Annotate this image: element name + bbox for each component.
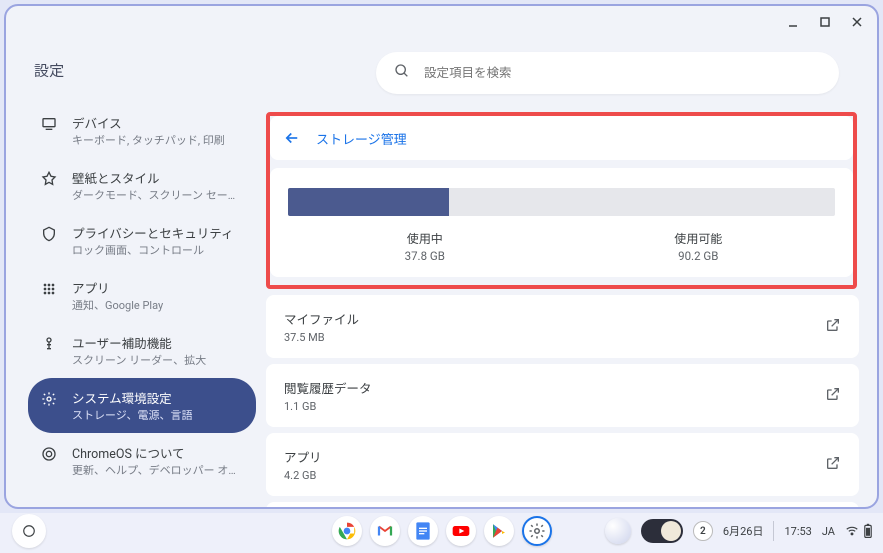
storage-row[interactable]: アプリ 4.2 GB bbox=[266, 433, 859, 496]
storage-bar-used bbox=[288, 188, 449, 216]
settings-window: 設定 デバイスキーボード, タッチパッド, 印刷壁紙とスタイルダークモード、スク… bbox=[4, 4, 879, 509]
accessibility-icon bbox=[40, 335, 58, 353]
storage-used-col: 使用中 37.8 GB bbox=[288, 230, 562, 263]
shelf-status[interactable]: 2 6月26日 17:53 JA bbox=[605, 518, 873, 544]
open-external-icon[interactable] bbox=[825, 455, 841, 475]
storage-row-title: アプリ bbox=[284, 447, 322, 466]
sidebar-title: 設定 bbox=[28, 48, 256, 103]
sidebar-item-label: ユーザー補助機能 bbox=[72, 333, 206, 352]
sidebar-item-label: 壁紙とスタイル bbox=[72, 168, 235, 187]
docs-icon[interactable] bbox=[408, 516, 438, 546]
sidebar-item-label: システム環境設定 bbox=[72, 388, 192, 407]
sidebar-item-sublabel: 更新、ヘルプ、デベロッパー オ… bbox=[72, 462, 236, 478]
laptop-icon bbox=[40, 115, 58, 133]
settings-main: ストレージ管理 使用中 37.8 GB bbox=[266, 38, 877, 507]
quick-toggle[interactable] bbox=[641, 519, 683, 543]
settings-app-icon[interactable] bbox=[522, 516, 552, 546]
chrome-icon[interactable] bbox=[332, 516, 362, 546]
sidebar-item[interactable]: システム環境設定ストレージ、電源、言語 bbox=[28, 378, 256, 433]
notification-badge[interactable]: 2 bbox=[693, 521, 713, 541]
sidebar-item-sublabel: ダークモード、スクリーン セー… bbox=[72, 187, 235, 203]
storage-row[interactable]: マイファイル 37.5 MB bbox=[266, 295, 859, 358]
back-button[interactable] bbox=[282, 128, 302, 148]
sidebar-item-label: ChromeOS について bbox=[72, 443, 236, 462]
shelf-ime: JA bbox=[822, 525, 835, 538]
shield-icon bbox=[40, 225, 58, 243]
settings-sidebar: 設定 デバイスキーボード, タッチパッド, 印刷壁紙とスタイルダークモード、スク… bbox=[6, 38, 266, 507]
search-icon bbox=[394, 63, 410, 83]
search-bar[interactable] bbox=[376, 52, 839, 94]
chrome-logo-icon bbox=[40, 445, 58, 463]
highlight-annotation: ストレージ管理 使用中 37.8 GB bbox=[266, 112, 857, 289]
sidebar-item[interactable]: アプリ通知、Google Play bbox=[28, 268, 256, 323]
sidebar-item[interactable]: ユーザー補助機能スクリーン リーダー、拡大 bbox=[28, 323, 256, 378]
sidebar-item-sublabel: ロック画面、コントロール bbox=[72, 242, 234, 258]
wifi-icon bbox=[845, 524, 859, 538]
storage-row-title: マイファイル bbox=[284, 309, 359, 328]
shelf-separator bbox=[773, 521, 774, 541]
sidebar-item-sublabel: キーボード, タッチパッド, 印刷 bbox=[72, 132, 225, 148]
search-input[interactable] bbox=[424, 66, 821, 81]
maximize-button[interactable] bbox=[813, 10, 837, 34]
storage-row-title: 閲覧履歴データ bbox=[284, 378, 372, 397]
open-external-icon[interactable] bbox=[825, 317, 841, 337]
page-title: ストレージ管理 bbox=[316, 129, 407, 148]
sidebar-item[interactable]: プライバシーとセキュリティロック画面、コントロール bbox=[28, 213, 256, 268]
storage-row-size: 37.5 MB bbox=[284, 331, 359, 344]
storage-free-col: 使用可能 90.2 GB bbox=[562, 230, 836, 263]
sidebar-item-label: デバイス bbox=[72, 113, 225, 132]
storage-summary-panel: 使用中 37.8 GB 使用可能 90.2 GB bbox=[270, 168, 853, 277]
gear-icon bbox=[40, 390, 58, 408]
sidebar-item-sublabel: ストレージ、電源、言語 bbox=[72, 407, 192, 423]
storage-row-size: 1.1 GB bbox=[284, 400, 372, 413]
sidebar-item-sublabel: 通知、Google Play bbox=[72, 297, 163, 313]
gmail-icon[interactable] bbox=[370, 516, 400, 546]
shelf-time: 17:53 bbox=[784, 525, 811, 538]
shelf-apps bbox=[332, 516, 552, 546]
storage-used-label: 使用中 bbox=[288, 230, 562, 247]
sidebar-item[interactable]: 壁紙とスタイルダークモード、スクリーン セー… bbox=[28, 158, 256, 213]
storage-free-label: 使用可能 bbox=[562, 230, 836, 247]
holo-launcher-icon[interactable] bbox=[605, 518, 631, 544]
storage-used-value: 37.8 GB bbox=[288, 249, 562, 263]
sparkle-icon bbox=[40, 170, 58, 188]
storage-row[interactable]: 閲覧履歴データ 1.1 GB bbox=[266, 364, 859, 427]
sidebar-item[interactable]: デバイスキーボード, タッチパッド, 印刷 bbox=[28, 103, 256, 158]
storage-bar bbox=[288, 188, 835, 216]
storage-page-header: ストレージ管理 bbox=[270, 116, 853, 160]
open-external-icon[interactable] bbox=[825, 386, 841, 406]
shelf: 2 6月26日 17:53 JA bbox=[0, 513, 883, 553]
storage-row-size: 4.2 GB bbox=[284, 469, 322, 482]
storage-free-value: 90.2 GB bbox=[562, 249, 836, 263]
storage-row[interactable]: オフライン ファイル13.8 MB bbox=[266, 502, 859, 507]
sidebar-item-sublabel: スクリーン リーダー、拡大 bbox=[72, 352, 206, 368]
sidebar-item-label: アプリ bbox=[72, 278, 163, 297]
apps-grid-icon bbox=[40, 280, 58, 298]
play-store-icon[interactable] bbox=[484, 516, 514, 546]
shelf-date: 6月26日 bbox=[723, 523, 764, 539]
close-button[interactable] bbox=[845, 10, 869, 34]
battery-icon bbox=[863, 523, 873, 539]
window-titlebar bbox=[6, 6, 877, 38]
youtube-icon[interactable] bbox=[446, 516, 476, 546]
minimize-button[interactable] bbox=[781, 10, 805, 34]
sidebar-item[interactable]: ChromeOS について更新、ヘルプ、デベロッパー オ… bbox=[28, 433, 256, 488]
launcher-button[interactable] bbox=[12, 514, 46, 548]
sidebar-item-label: プライバシーとセキュリティ bbox=[72, 223, 234, 242]
